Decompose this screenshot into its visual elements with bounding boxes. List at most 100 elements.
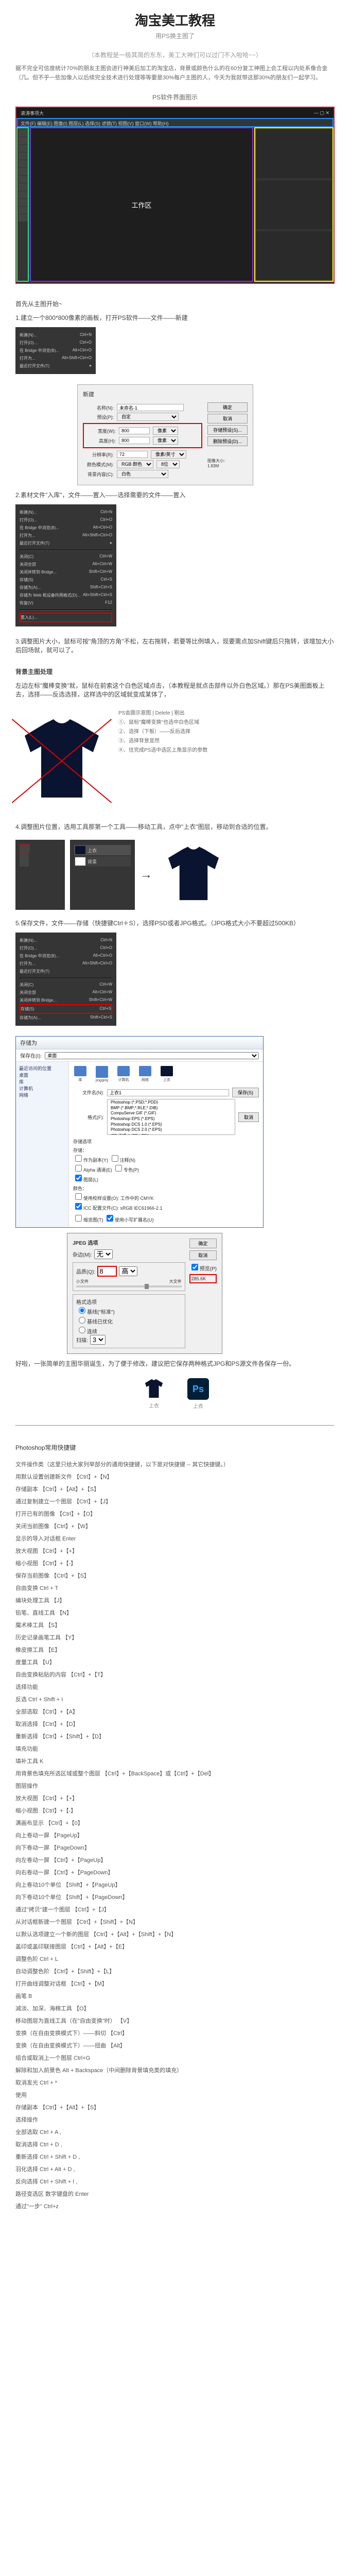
height-unit[interactable]: 像素	[153, 436, 178, 445]
shortcut-item: 取消发光 Ctrl + *	[15, 2077, 335, 2089]
jpeg-title: JPEG 选项	[73, 1239, 185, 1246]
step3-text: 3.调整图片大小，鼠标可按"角顶的方角"不松，左右拖转，若要等比例填入，现要需点…	[15, 637, 335, 654]
width-input[interactable]	[119, 427, 150, 434]
location-label: 保存在(I):	[20, 1052, 42, 1059]
shortcuts-section: Photoshop常用快捷键 文件操作类（这里只给大家列举部分的通用快捷键，以下…	[15, 1442, 335, 2212]
ps-window-titlebar: 滚涛事项大 — ▢ ✕	[16, 108, 334, 118]
thumb-checkbox[interactable]	[75, 1215, 82, 1222]
jpeg-cancel-button[interactable]: 取消	[189, 1250, 217, 1260]
file-item[interactable]: 库	[73, 1066, 87, 1082]
shortcut-item: 全部选取 【Ctrl】+【A】	[15, 1706, 335, 1718]
proof-checkbox[interactable]	[75, 1193, 82, 1200]
shortcut-item: 向上卷动一屏 【PageUp】	[15, 1830, 335, 1841]
quality-input[interactable]	[97, 1266, 117, 1277]
shirt-icon	[163, 844, 224, 906]
move-tool-icon	[20, 844, 30, 852]
jpeg-ok-button[interactable]: 确定	[189, 1239, 217, 1248]
shortcut-item: 用背景色填充所选区域或整个图层 【Ctrl】+【BackSpace】或【Ctrl…	[15, 1768, 335, 1780]
shortcut-item: 向左卷动一屏 【Ctrl】+【PageUp】	[15, 1855, 335, 1866]
name-input[interactable]	[117, 404, 184, 411]
mode-bit[interactable]: 8位	[156, 460, 180, 468]
height-input[interactable]	[119, 437, 150, 444]
save-as-dialog: 存储为 保存在(I): 桌面 最近访问的位置 桌面 库 计算机 网络 库 jin…	[15, 1036, 264, 1228]
shortcut-item: 打开已有的图像 【Ctrl】+【O】	[15, 1509, 335, 1520]
ps-window-mock: 滚涛事项大 — ▢ ✕ 文件(F) 编辑(E) 图像(I) 图层(L) 选择(S…	[15, 107, 335, 284]
location-select[interactable]: 桌面	[45, 1052, 259, 1059]
tool-icon	[19, 160, 28, 167]
save-button[interactable]: 保存(S)	[232, 1088, 259, 1097]
shirt-result	[157, 839, 230, 911]
file-item[interactable]: 计算机	[116, 1066, 131, 1082]
width-unit[interactable]: 像素	[153, 427, 178, 435]
tool-icon	[19, 207, 28, 214]
layers-checkbox[interactable]	[75, 1175, 82, 1181]
ps-right-panels	[254, 127, 334, 282]
height-label: 高度(H):	[85, 437, 116, 444]
sidebar-item[interactable]: 网络	[19, 1092, 65, 1098]
ps-window-title: 滚涛事项大	[21, 110, 44, 116]
preset-select[interactable]: 自定	[117, 413, 179, 421]
save-preset-button[interactable]: 存储预设(S)...	[207, 425, 248, 435]
shortcut-item: 度量工具 【U】	[15, 1657, 335, 1668]
icc-checkbox[interactable]	[75, 1203, 82, 1210]
tool-icon	[19, 129, 28, 137]
menu-bridge: 在 Bridge 中浏览(B)...	[20, 348, 59, 353]
step2-text: 2.素材文件"入库"，文件——置入——选择需要的文件——置入	[15, 490, 335, 499]
res-unit[interactable]: 像素/英寸	[151, 450, 186, 459]
shortcut-item: 橡皮擦工具 【E】	[15, 1645, 335, 1656]
shirt-icon	[141, 1378, 167, 1400]
file-item[interactable]: 上衣	[160, 1066, 174, 1082]
baseline-radio[interactable]	[79, 1307, 85, 1314]
file-item[interactable]: 网络	[138, 1066, 152, 1082]
sidebar-item[interactable]: 计算机	[19, 1085, 65, 1092]
shortcut-item: 反向选择 Ctrl + Shift + I ,	[15, 2176, 335, 2188]
dialog-title: 新建	[83, 390, 248, 398]
format-select[interactable]: Photoshop (*.PSD;*.PDD)BMP (*.BMP;*.RLE;…	[107, 1099, 235, 1135]
optimized-radio[interactable]	[79, 1317, 85, 1324]
ext-checkbox[interactable]	[107, 1215, 113, 1222]
shortcut-item: 自由变换 Ctrl + T	[15, 1583, 335, 1594]
save-dialog-title: 存储为	[16, 1037, 263, 1049]
shortcut-item: 重新选择 【Ctrl】+【Shift】+【D】	[15, 1731, 335, 1742]
ok-button[interactable]: 确定	[207, 402, 248, 412]
quality-desc[interactable]: 高	[119, 1266, 137, 1276]
bg-select[interactable]: 白色	[117, 470, 168, 478]
alpha-checkbox[interactable]	[75, 1165, 82, 1172]
spot-checkbox[interactable]	[115, 1165, 122, 1172]
progressive-radio[interactable]	[79, 1327, 85, 1333]
notes-checkbox[interactable]	[112, 1155, 118, 1162]
sidebar-item[interactable]: 库	[19, 1078, 65, 1085]
preview-checkbox[interactable]	[191, 1264, 198, 1270]
ps-panel	[256, 180, 331, 229]
shortcut-item: 向下卷动一屏 【PageDown】	[15, 1842, 335, 1854]
delete-preset-button[interactable]: 删除预设(D)...	[207, 436, 248, 446]
cancel-button[interactable]: 取消	[207, 414, 248, 423]
res-input[interactable]	[117, 451, 148, 458]
shortcut-item: 缩小视图 【Ctrl】+【-】	[15, 1558, 335, 1569]
step3-notes: PS会跟示意图 | Delete | 剔出 ①、鼠标"魔棒变换"也选中白色区域 …	[118, 709, 335, 755]
shortcut-item: 反选 Ctrl + Shift + I	[15, 1694, 335, 1705]
sidebar-item[interactable]: 桌面	[19, 1072, 65, 1078]
shortcut-item: 通过"一步" Ctrl+z	[15, 2201, 335, 2212]
bg-label: 背景内容(C):	[83, 471, 114, 478]
menu-open-as: 打开为...	[20, 355, 36, 361]
file-item[interactable]: jingqinq	[95, 1066, 109, 1082]
scan-select[interactable]: 3	[90, 1335, 106, 1345]
shortcut-item: 羽化选择 Ctrl + Alt + D ,	[15, 2164, 335, 2175]
menu-bridge-sc: Alt+Ctrl+O	[73, 348, 92, 353]
shortcuts-intro: 文件操作类（这里只给大家列举部分的通用快捷键，以下是对快捷键 -- 其它快捷键。…	[15, 1459, 335, 1470]
shortcut-item: 路径变选区 数字键盘的 Enter	[15, 2189, 335, 2200]
shortcut-item: 向上卷动10个单位 【Shift】+【PageUp】	[15, 1879, 335, 1891]
tool-icon	[19, 152, 28, 160]
shortcut-item: 向下卷动10个单位 【Shift】+【PageDown】	[15, 1892, 335, 1903]
shortcut-item: 减淡、加深、海棉工具 【O】	[15, 2003, 335, 2014]
mode-select[interactable]: RGB 颜色	[117, 460, 153, 468]
cancel-button[interactable]: 取消	[238, 1112, 259, 1122]
size-label: 图像大小:	[207, 459, 225, 463]
copy-checkbox[interactable]	[75, 1155, 82, 1162]
format-label: 格式(F):	[73, 1114, 104, 1121]
filename-input[interactable]	[107, 1089, 229, 1096]
quality-slider[interactable]	[76, 1285, 182, 1287]
matte-select[interactable]: 无	[94, 1249, 113, 1259]
sidebar-item[interactable]: 最近访问的位置	[19, 1065, 65, 1072]
